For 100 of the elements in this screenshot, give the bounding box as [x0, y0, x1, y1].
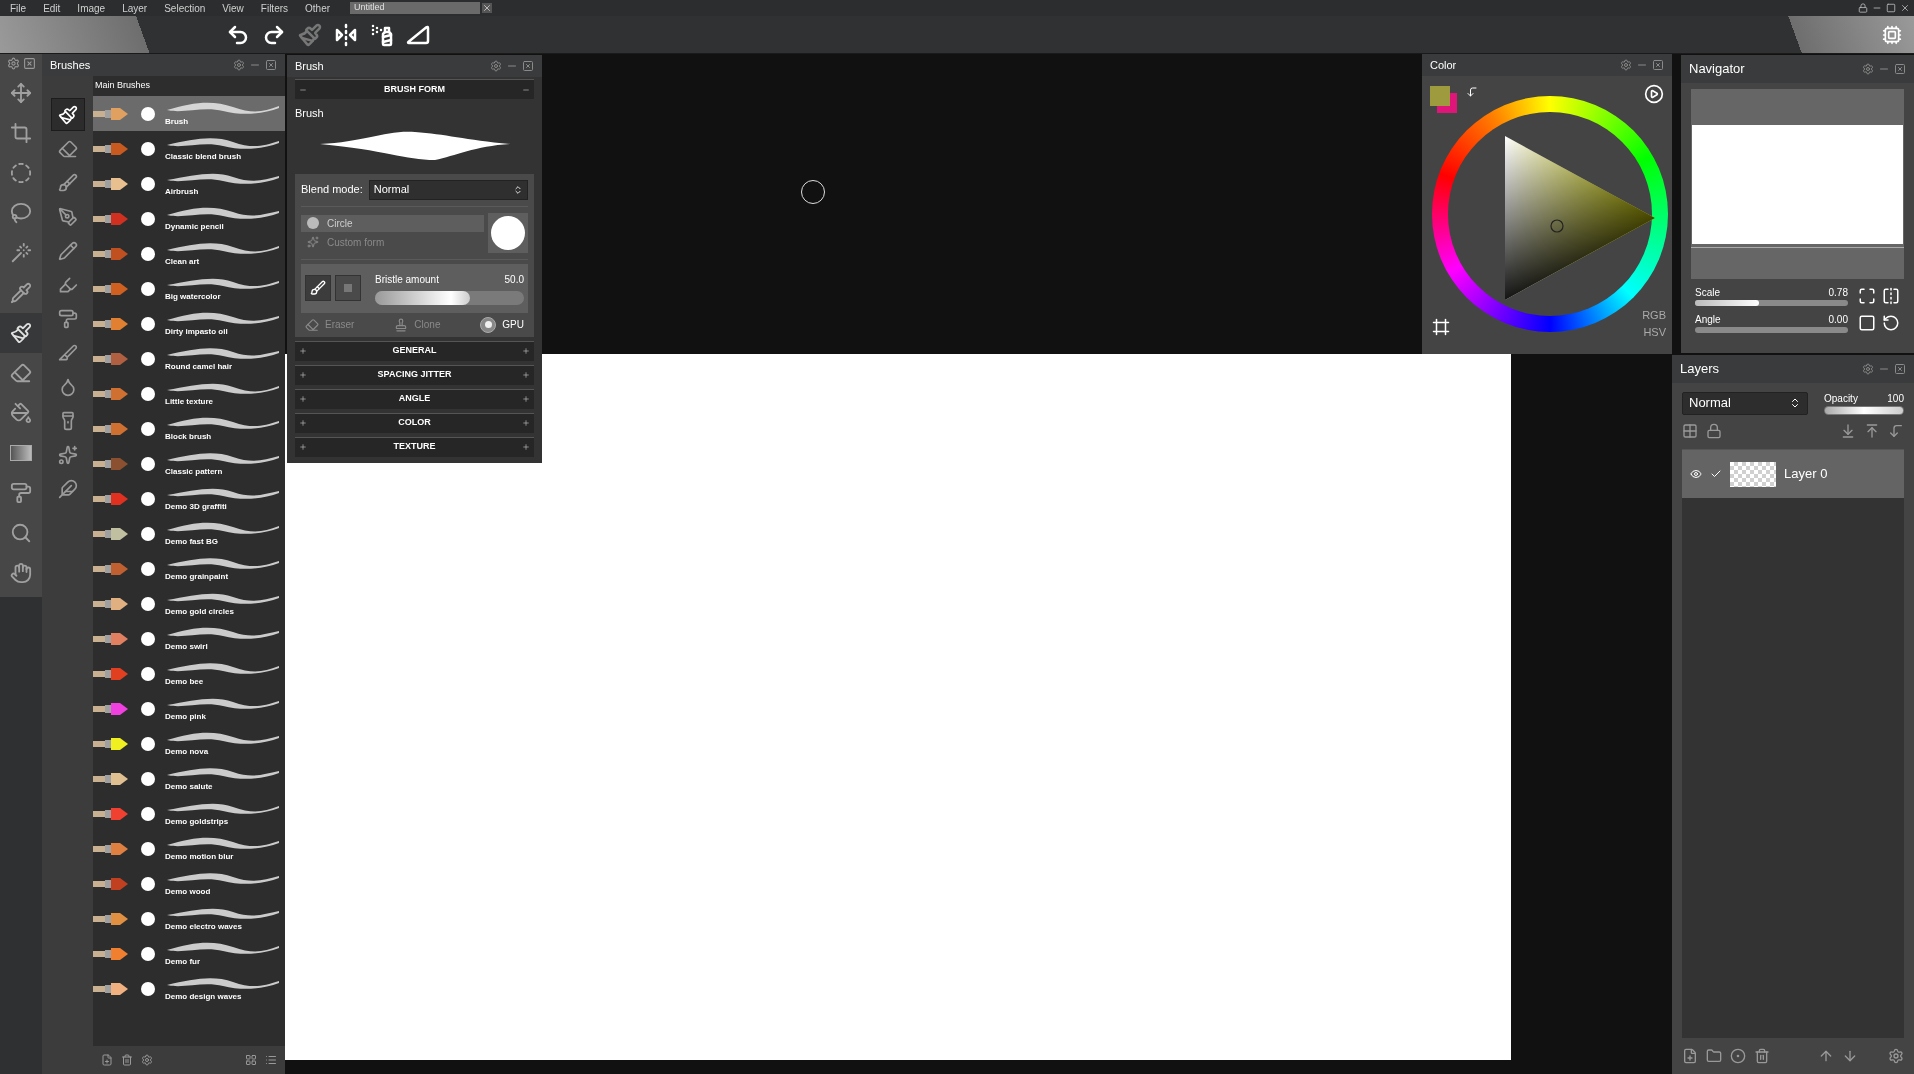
actual-size-icon[interactable] [1858, 313, 1876, 332]
bristle-track[interactable] [375, 290, 524, 305]
brush-list-item[interactable]: Demo bee [93, 656, 285, 691]
folder-icon[interactable] [1706, 1048, 1722, 1064]
brush-list-item[interactable]: Clean art [93, 236, 285, 271]
brush-list-item[interactable]: Demo pink [93, 691, 285, 726]
swap-icon[interactable] [1466, 86, 1478, 98]
trash-icon[interactable] [1754, 1048, 1770, 1064]
brush-list-item[interactable]: Block brush [93, 411, 285, 446]
menu-item[interactable]: Selection [164, 0, 206, 16]
close-icon[interactable] [22, 57, 36, 70]
settings-icon[interactable] [1620, 59, 1632, 71]
mask-icon[interactable] [1730, 1048, 1746, 1064]
color-mode-link[interactable]: RGB [1642, 307, 1666, 324]
chip-icon[interactable] [1882, 24, 1902, 45]
brush-list-item[interactable]: Demo gold circles [93, 586, 285, 621]
fit-icon[interactable] [1858, 286, 1876, 305]
transparency-lock-icon[interactable] [1682, 423, 1698, 439]
lock-icon[interactable] [1858, 3, 1868, 13]
settings-icon[interactable] [490, 60, 502, 72]
foreground-swatch[interactable] [1430, 86, 1450, 106]
brush-list-item[interactable]: Demo goldstrips [93, 796, 285, 831]
menu-item[interactable]: Other [305, 0, 331, 16]
close-icon[interactable] [1900, 3, 1910, 13]
section-header[interactable]: SPACING JITTER [295, 364, 534, 385]
eye-icon[interactable] [1690, 468, 1702, 480]
opacity-slider[interactable] [1825, 407, 1903, 414]
brush-list-item[interactable]: Demo grainpaint [93, 551, 285, 586]
move-up-icon[interactable] [1818, 1048, 1834, 1064]
tool-button[interactable] [0, 313, 42, 353]
brush-list-item[interactable]: Round camel hair [93, 341, 285, 376]
crop-icon[interactable] [1432, 318, 1450, 336]
brush-list-item[interactable]: Demo motion blur [93, 831, 285, 866]
menu-item[interactable]: Layer [122, 0, 148, 16]
brush-list-item[interactable]: Demo fur [93, 936, 285, 971]
section-header[interactable]: GENERAL [295, 340, 534, 361]
clip-icon[interactable] [1888, 423, 1904, 439]
play-icon[interactable] [1644, 84, 1664, 104]
close-icon[interactable] [522, 60, 534, 72]
saturation-triangle[interactable] [1505, 136, 1655, 300]
slider-track[interactable] [1695, 327, 1848, 333]
layer-row[interactable]: Layer 0 [1682, 450, 1904, 498]
brush-list-item[interactable]: Airbrush [93, 166, 285, 201]
close-icon[interactable] [1894, 63, 1906, 75]
blend-select[interactable]: Normal [1682, 391, 1808, 415]
section-header[interactable]: ANGLE [295, 388, 534, 409]
trash-icon[interactable] [121, 1054, 133, 1066]
section-header[interactable]: TEXTURE [295, 436, 534, 457]
option-toggle[interactable]: GPU [480, 316, 524, 333]
close-icon[interactable] [1894, 363, 1906, 375]
close-icon[interactable] [1652, 59, 1664, 71]
brush-list-item[interactable]: Classic blend brush [93, 131, 285, 166]
brush-list-item[interactable]: Demo swirl [93, 621, 285, 656]
maximize-icon[interactable] [1886, 3, 1896, 13]
brush-list-item[interactable]: Demo 3D graffiti [93, 481, 285, 516]
brush-list-item[interactable]: Dynamic pencil [93, 201, 285, 236]
settings-icon[interactable] [6, 57, 20, 70]
check-icon[interactable] [1710, 468, 1722, 480]
brush-list-item[interactable]: Demo design waves [93, 971, 285, 1006]
list-view-icon[interactable] [265, 1054, 277, 1066]
lock-icon[interactable] [1706, 423, 1722, 439]
reset-rotation-icon[interactable] [1882, 313, 1900, 332]
brush-list-item[interactable]: Brush [93, 96, 285, 131]
settings-icon[interactable] [141, 1054, 153, 1066]
form-option[interactable]: Circle [301, 214, 484, 232]
settings-icon[interactable] [1862, 363, 1874, 375]
close-icon[interactable] [265, 59, 277, 71]
close-icon[interactable] [482, 3, 492, 13]
menu-item[interactable]: View [222, 0, 244, 16]
blend-select[interactable]: Normal [368, 179, 528, 200]
settings-icon[interactable] [233, 59, 245, 71]
brush-list-item[interactable]: Demo electro waves [93, 901, 285, 936]
brush-list-item[interactable]: Classic pattern [93, 446, 285, 481]
new-layer-icon[interactable] [1682, 1048, 1698, 1064]
brush-list-item[interactable]: Demo nova [93, 726, 285, 761]
color-mode-link[interactable]: HSV [1643, 323, 1666, 340]
canvas[interactable] [285, 354, 1511, 1060]
flip-icon[interactable] [1882, 286, 1900, 305]
settings-icon[interactable] [1862, 63, 1874, 75]
settings-icon[interactable] [1888, 1048, 1904, 1064]
section-header[interactable]: BRUSH FORM [295, 79, 534, 99]
move-down-icon[interactable] [1842, 1048, 1858, 1064]
menu-item[interactable]: Edit [43, 0, 61, 16]
brush-list-item[interactable]: Demo fast BG [93, 516, 285, 551]
merge-up-icon[interactable] [1864, 423, 1880, 439]
brush-list-item[interactable]: Demo wood [93, 866, 285, 901]
section-header[interactable]: COLOR [295, 412, 534, 433]
menu-item[interactable]: Filters [260, 0, 289, 16]
grid-view-icon[interactable] [245, 1054, 257, 1066]
subtool-button[interactable] [50, 98, 85, 131]
brush-list-item[interactable]: Little texture [93, 376, 285, 411]
slider-track[interactable] [1695, 300, 1848, 306]
brush-list-item[interactable]: Big watercolor [93, 271, 285, 306]
merge-down-icon[interactable] [1840, 423, 1856, 439]
menu-item[interactable]: File [10, 0, 27, 16]
brush-list-item[interactable]: Dirty impasto oil [93, 306, 285, 341]
brush-list-item[interactable]: Demo salute [93, 761, 285, 796]
mode-button[interactable] [305, 275, 331, 301]
document-tab[interactable]: Untitled [350, 2, 480, 14]
menu-item[interactable]: Image [77, 0, 106, 16]
